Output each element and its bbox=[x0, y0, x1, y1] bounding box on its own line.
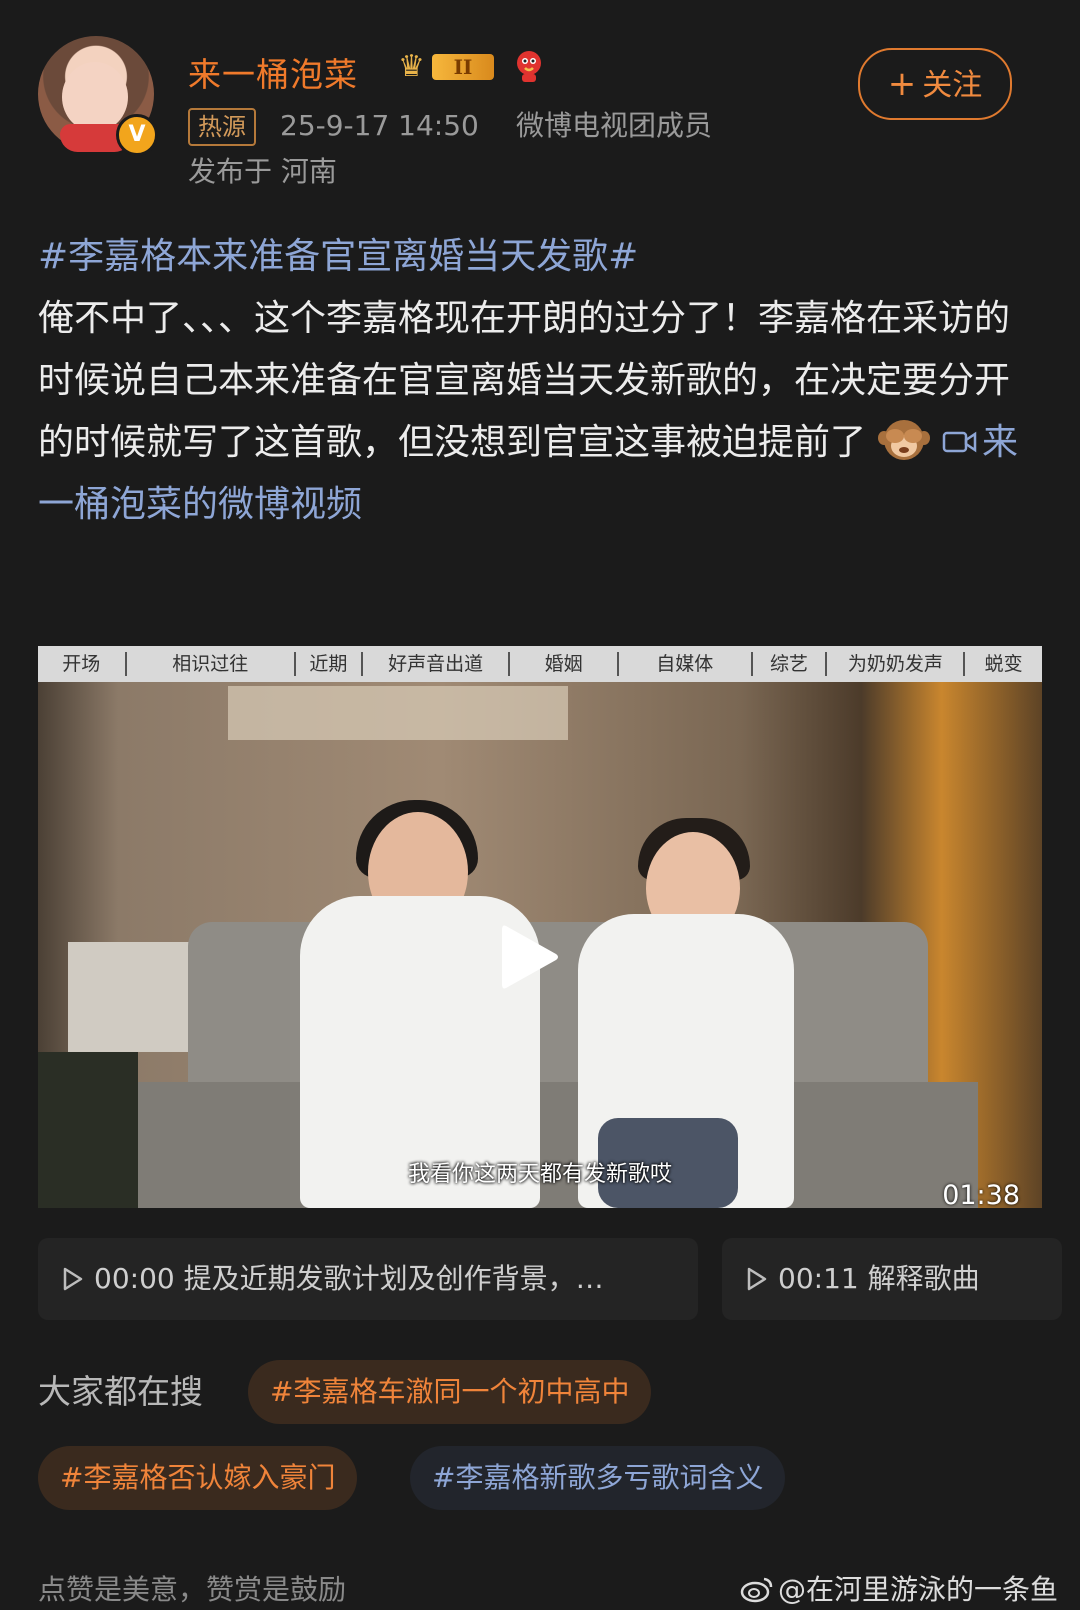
post-header: V 来一桶泡菜 ♛ II 热源 25-9-17 14:50 微博电视团成员 发布… bbox=[38, 36, 1042, 196]
reward-note: 点赞是美意，赞赏是鼓励 bbox=[38, 1573, 347, 1606]
verified-badge-icon: V bbox=[116, 114, 158, 156]
timeline-item[interactable]: 00:00 提及近期发歌计划及创作背景，… bbox=[38, 1238, 698, 1320]
timeline-time: 00:00 bbox=[94, 1262, 175, 1295]
video-timeline: 00:00 提及近期发歌计划及创作背景，… 00:11 解释歌曲 bbox=[38, 1238, 1080, 1320]
trending-topic[interactable]: #李嘉格新歌多亏歌词含义 bbox=[410, 1446, 786, 1510]
post-hashtag[interactable]: #李嘉格本来准备官宣离婚当天发歌# bbox=[38, 236, 638, 277]
timeline-item[interactable]: 00:11 解释歌曲 bbox=[722, 1238, 1062, 1320]
chapter[interactable]: 为奶奶发声 bbox=[827, 652, 966, 676]
wall-decoration bbox=[228, 686, 568, 740]
background-furniture bbox=[68, 942, 208, 1052]
plus-icon: + bbox=[887, 64, 917, 104]
timeline-text: 解释歌曲 bbox=[867, 1262, 980, 1295]
username[interactable]: 来一桶泡菜 bbox=[188, 48, 358, 96]
chapter[interactable]: 婚姻 bbox=[510, 652, 619, 676]
video-chapter-bar: 开场 相识过往 近期 好声音出道 婚姻 自媒体 综艺 为奶奶发声 蜕变 bbox=[38, 646, 1042, 682]
chapter[interactable]: 开场 bbox=[38, 652, 127, 676]
video-player[interactable]: 开场 相识过往 近期 好声音出道 婚姻 自媒体 综艺 为奶奶发声 蜕变 我看你这… bbox=[38, 646, 1042, 1208]
play-outline-icon bbox=[63, 1267, 83, 1291]
chapter[interactable]: 自媒体 bbox=[619, 652, 753, 676]
weibo-logo-icon bbox=[740, 1577, 773, 1603]
chapter[interactable]: 好声音出道 bbox=[363, 652, 511, 676]
video-subtitle: 我看你这两天都有发新歌哎 bbox=[407, 1162, 672, 1187]
chapter[interactable]: 近期 bbox=[296, 652, 363, 676]
play-icon[interactable] bbox=[500, 922, 560, 992]
video-camera-icon bbox=[942, 431, 977, 453]
trending-topic[interactable]: #李嘉格车澈同一个初中高中 bbox=[248, 1360, 652, 1424]
video-thumbnail: 我看你这两天都有发新歌哎 01:38 bbox=[38, 682, 1042, 1208]
chapter[interactable]: 蜕变 bbox=[965, 652, 1042, 676]
post-body: #李嘉格本来准备官宣离婚当天发歌# 俺不中了、、、这个李嘉格现在开朗的过分了！李… bbox=[38, 226, 1042, 536]
post-timestamp: 25-9-17 14:50 bbox=[280, 109, 479, 142]
trending-search-label: 大家都在搜 bbox=[38, 1372, 203, 1411]
user-group[interactable]: 微博电视团成员 bbox=[516, 108, 712, 144]
avatar-face bbox=[62, 62, 128, 132]
sofa-seat bbox=[138, 1082, 978, 1208]
member-level-badge[interactable]: ♛ II bbox=[398, 50, 498, 84]
watermark: @在河里游泳的一条鱼 bbox=[740, 1570, 1058, 1610]
chapter[interactable]: 综艺 bbox=[753, 652, 828, 676]
play-outline-icon bbox=[747, 1267, 767, 1291]
crown-icon: ♛ bbox=[398, 49, 425, 84]
follow-label: 关注 bbox=[922, 68, 983, 103]
chapter[interactable]: 相识过往 bbox=[127, 652, 296, 676]
trending-topic[interactable]: #李嘉格否认嫁入豪门 bbox=[38, 1446, 358, 1510]
avatar[interactable]: V bbox=[38, 36, 158, 156]
source-tag[interactable]: 热源 bbox=[188, 108, 256, 146]
timeline-time: 00:11 bbox=[778, 1262, 859, 1295]
level-label: II bbox=[432, 54, 494, 80]
post-location: 发布于 河南 bbox=[188, 155, 337, 188]
watermark-text: @在河里游泳的一条鱼 bbox=[778, 1573, 1059, 1606]
weibo-mascot-icon bbox=[517, 51, 541, 82]
follow-button[interactable]: + 关注 bbox=[858, 48, 1012, 120]
post-text: 俺不中了、、、这个李嘉格现在开朗的过分了！李嘉格在采访的时候说自己本来准备在官宣… bbox=[38, 298, 1011, 463]
timeline-text: 提及近期发歌计划及创作背景，… bbox=[183, 1262, 604, 1295]
see-no-evil-monkey-icon bbox=[878, 420, 931, 460]
video-duration: 01:38 bbox=[942, 1180, 1020, 1208]
